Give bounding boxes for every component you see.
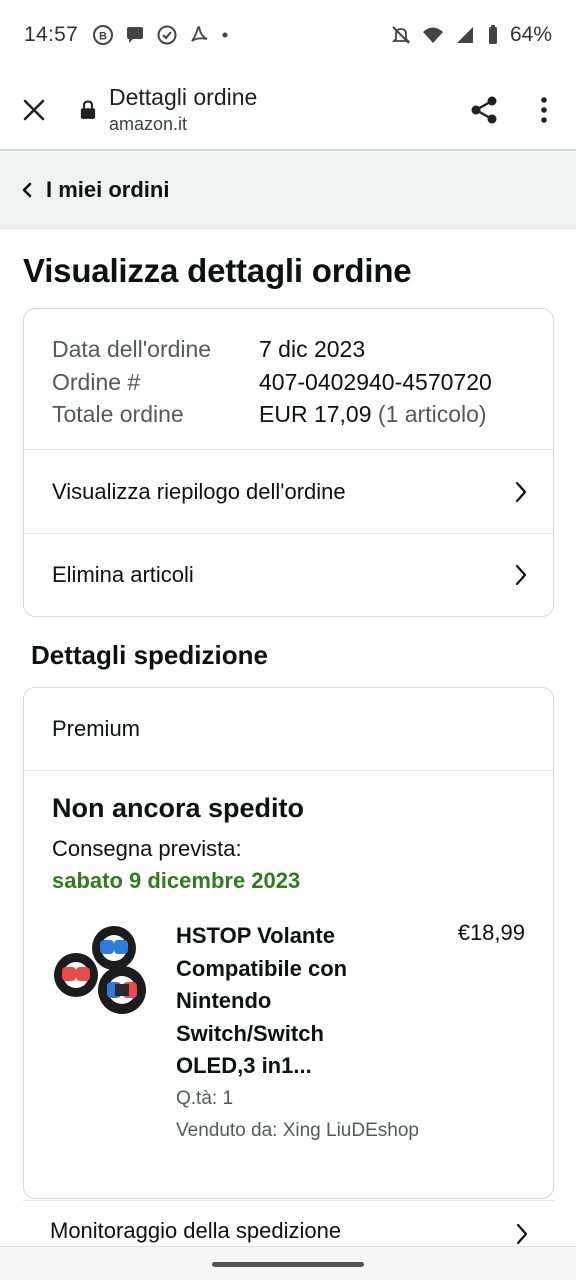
- back-label: I miei ordini: [46, 177, 170, 202]
- order-total-value: EUR 17,09: [259, 401, 372, 427]
- notification-icons: B: [92, 24, 230, 46]
- check-circle-icon: [156, 24, 178, 46]
- browser-page-title: Dettagli ordine: [109, 84, 258, 110]
- page-title: Visualizza dettagli ordine: [23, 252, 412, 289]
- browser-host: amazon.it: [109, 114, 188, 134]
- clock: 14:57: [24, 23, 79, 46]
- b-circle-icon: B: [92, 24, 114, 46]
- system-icons: 64%: [390, 23, 552, 47]
- battery-percentage: 64%: [509, 23, 552, 46]
- remove-items-label: Elimina articoli: [52, 562, 194, 587]
- order-item-count: (1 articolo): [377, 401, 487, 427]
- muted-bell-icon: [390, 24, 412, 46]
- share-icon[interactable]: [466, 92, 502, 128]
- product-title-line: HSTOP Volante: [176, 923, 335, 948]
- delivery-date: sabato 9 dicembre 2023: [52, 868, 301, 893]
- product-title[interactable]: HSTOP Volante Compatibile con Nintendo S…: [176, 920, 376, 1083]
- order-total-value-wrap: EUR 17,09 (1 articolo): [259, 398, 487, 431]
- order-number-value: 407-0402940-4570720: [259, 368, 492, 395]
- close-icon[interactable]: [17, 93, 51, 127]
- chevron-right-icon: [515, 563, 529, 587]
- product-title-line: Nintendo: [176, 988, 272, 1013]
- shipment-body: Non ancora spedito Consegna prevista: sa…: [24, 771, 553, 1172]
- lock-icon: [77, 99, 99, 121]
- order-item: HSTOP Volante Compatibile con Nintendo S…: [52, 920, 525, 1150]
- product-image[interactable]: [52, 920, 152, 1020]
- remove-items-link[interactable]: Elimina articoli: [24, 533, 553, 616]
- shipping-method: Premium: [24, 688, 553, 771]
- chevron-left-icon: [22, 180, 36, 200]
- product-quantity: Q.tà: 1: [176, 1088, 234, 1109]
- more-options-icon[interactable]: [532, 92, 556, 128]
- shipment-tracking-label: Monitoraggio della spedizione: [50, 1217, 342, 1243]
- chevron-right-icon: [516, 1223, 530, 1247]
- battery-icon: [486, 24, 500, 46]
- browser-toolbar: Dettagli ordine amazon.it: [0, 70, 576, 151]
- chevron-right-icon: [515, 480, 529, 504]
- product-title-line: OLED,3 in1...: [176, 1053, 312, 1078]
- shipping-section-title: Dettagli spedizione: [31, 640, 268, 670]
- view-order-summary-label: Visualizza riepilogo dell'ordine: [52, 478, 346, 504]
- product-seller: Venduto da: Xing LiuDEshop: [176, 1120, 419, 1141]
- dot-icon: [220, 24, 230, 46]
- delivery-label: Consegna prevista:: [52, 836, 242, 861]
- order-total-key: Totale ordine: [52, 401, 184, 427]
- order-date-value: 7 dic 2023: [259, 336, 366, 362]
- chat-bubble-icon: [124, 24, 146, 46]
- url-block[interactable]: Dettagli ordine amazon.it: [109, 84, 257, 135]
- order-summary-card: Data dell'ordine 7 dic 2023 Ordine # 407…: [23, 308, 554, 617]
- back-to-orders[interactable]: I miei ordini: [0, 152, 576, 229]
- order-total-row: Totale ordine EUR 17,09 (1 articolo): [52, 398, 525, 431]
- shipment-card: Premium Non ancora spedito Consegna prev…: [23, 687, 554, 1199]
- product-price: €18,99: [457, 920, 525, 945]
- signal-icon: [454, 24, 476, 46]
- shipment-status: Non ancora spedito: [52, 793, 305, 823]
- status-bar: 14:57 B 64%: [0, 0, 576, 70]
- product-title-line: Compatibile con: [176, 955, 348, 981]
- system-navigation-bar: [0, 1246, 576, 1280]
- order-date-row: Data dell'ordine 7 dic 2023: [52, 333, 525, 366]
- pdf-acrobat-icon: [188, 24, 210, 46]
- order-number-key: Ordine #: [52, 368, 141, 395]
- order-number-row: Ordine # 407-0402940-4570720: [52, 366, 525, 399]
- gesture-handle[interactable]: [212, 1262, 364, 1267]
- wifi-icon: [422, 24, 444, 46]
- order-date-key: Data dell'ordine: [52, 336, 212, 362]
- order-summary: Data dell'ordine 7 dic 2023 Ordine # 407…: [24, 309, 553, 450]
- svg-text:B: B: [99, 31, 107, 43]
- view-order-summary-link[interactable]: Visualizza riepilogo dell'ordine: [24, 450, 553, 533]
- product-title-line: Switch/Switch: [176, 1020, 324, 1046]
